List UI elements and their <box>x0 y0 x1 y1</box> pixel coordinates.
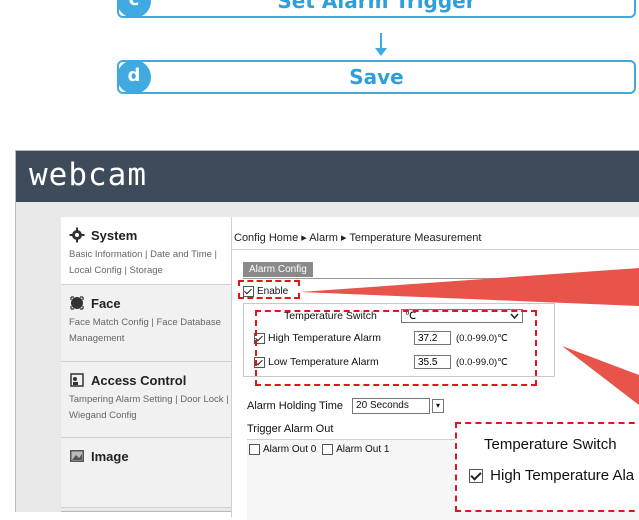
zoom-callout: Temperature Switch High Temperature Ala <box>455 422 639 512</box>
zoom-high-alarm-row: High Temperature Ala <box>469 467 634 484</box>
callout-pointer-settings <box>562 346 639 405</box>
zoom-high-alarm-label: High Temperature Ala <box>490 467 635 484</box>
zoom-high-alarm-checkbox <box>469 469 483 484</box>
zoom-temperature-switch-label: Temperature Switch <box>484 436 617 453</box>
callout-pointer-enable <box>300 268 639 306</box>
